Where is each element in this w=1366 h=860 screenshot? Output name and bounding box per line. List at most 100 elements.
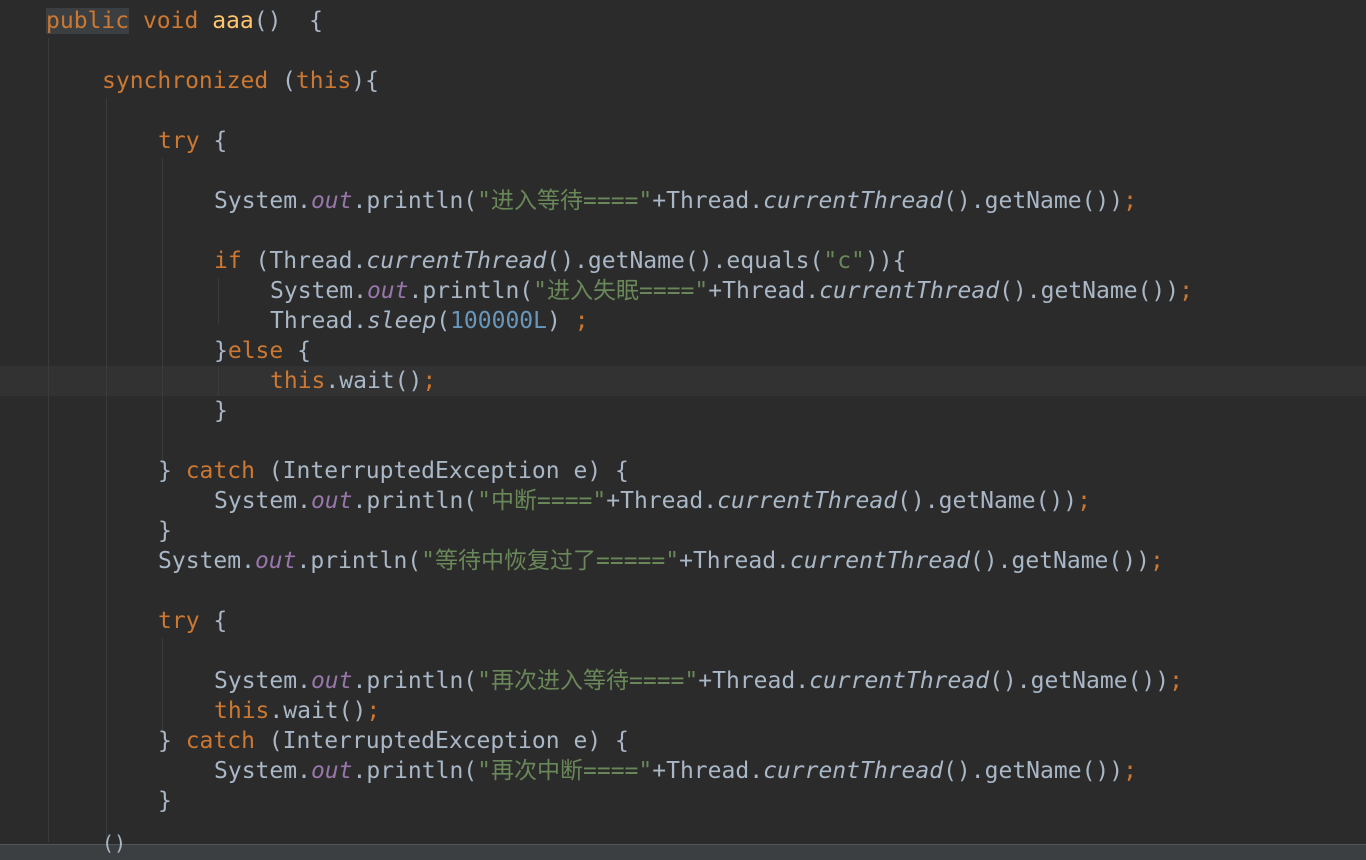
code-line-else[interactable]: }else {: [214, 336, 311, 366]
token-keyword: this: [295, 68, 352, 94]
token-method: getName: [587, 248, 685, 274]
code-editor[interactable]: public void aaa() { synchronized (this){…: [0, 0, 1366, 860]
token-class: Thread: [620, 488, 704, 514]
token-class: Thread: [270, 308, 354, 334]
token-punct: () {: [253, 8, 323, 34]
token-static-method: sleep: [366, 308, 437, 334]
token-field: out: [310, 758, 353, 784]
token-keyword: try: [158, 608, 200, 634]
code-line-try[interactable]: try {: [158, 606, 227, 636]
code-line-println[interactable]: System.out.println("中断===="+Thread.curre…: [214, 486, 1091, 516]
token-class: System: [214, 758, 298, 784]
token-keyword: void: [142, 8, 199, 34]
token-number: 100000L: [450, 308, 547, 334]
code-line-catch[interactable]: } catch (InterruptedException e) {: [158, 726, 629, 756]
code-line-sleep[interactable]: Thread.sleep(100000L) ;: [270, 306, 589, 336]
code-line-try[interactable]: try {: [158, 126, 227, 156]
token-string: "再次中断====": [477, 758, 653, 784]
token-field: out: [366, 278, 409, 304]
token-class: Thread: [666, 188, 750, 214]
token-class: Thread: [692, 548, 777, 574]
token-variable: e: [573, 728, 588, 754]
code-line-catch[interactable]: } catch (InterruptedException e) {: [158, 456, 629, 486]
code-line-wait[interactable]: this.wait();: [270, 366, 436, 396]
code-line-println[interactable]: System.out.println("再次进入等待===="+Thread.c…: [214, 666, 1183, 696]
editor-footer-bar: (): [0, 831, 1366, 860]
token-variable: e: [573, 458, 588, 484]
code-line-brace[interactable]: }: [214, 396, 228, 426]
token-string: "中断====": [477, 488, 607, 514]
token-keyword: if: [214, 248, 242, 274]
token-class: Thread: [666, 758, 750, 784]
token-field: out: [310, 188, 353, 214]
token-string: "c": [823, 248, 865, 274]
token-keyword: catch: [185, 458, 255, 484]
token-method: println: [366, 488, 464, 514]
token-string: "再次进入等待====": [477, 668, 699, 694]
token-method: getName: [1040, 278, 1138, 304]
code-line-method-decl[interactable]: public void aaa() {: [46, 6, 323, 36]
token-method: getName: [938, 488, 1036, 514]
code-line-println[interactable]: System.out.println("再次中断===="+Thread.cur…: [214, 756, 1137, 786]
token-field: out: [254, 548, 297, 574]
footer-text: (): [102, 831, 127, 855]
token-method: println: [310, 548, 408, 574]
indent-guide: [162, 158, 163, 464]
token-method: wait: [283, 698, 339, 724]
token-keyword: else: [227, 338, 284, 364]
token-method: println: [366, 758, 464, 784]
token-class: InterruptedException: [282, 458, 560, 484]
token-string: "进入失眠====": [533, 278, 709, 304]
token-method-name: aaa: [212, 8, 254, 34]
token-field: out: [310, 488, 353, 514]
code-line-if[interactable]: if (Thread.currentThread().getName().equ…: [214, 246, 906, 276]
token-keyword: try: [158, 128, 200, 154]
token-class: Thread: [722, 278, 806, 304]
code-line-println[interactable]: System.out.println("等待中恢复过了====="+Thread…: [158, 546, 1164, 576]
token-method: getName: [984, 758, 1082, 784]
token-field: out: [310, 668, 353, 694]
token-class: System: [214, 488, 298, 514]
indent-guide: [218, 278, 219, 324]
indent-guide: [162, 638, 163, 734]
token-static-method: currentThread: [763, 758, 944, 784]
code-line-wait[interactable]: this.wait();: [214, 696, 380, 726]
token-method: println: [366, 188, 464, 214]
token-method: wait: [339, 368, 395, 394]
token-class: InterruptedException: [282, 728, 560, 754]
token-class: System: [270, 278, 354, 304]
token-keyword: this: [214, 698, 270, 724]
token-static-method: currentThread: [763, 188, 944, 214]
token-string: "等待中恢复过了=====": [421, 548, 680, 574]
token-static-method: currentThread: [717, 488, 898, 514]
token-static-method: currentThread: [366, 248, 547, 274]
token-method: getName: [984, 188, 1082, 214]
token-string: "进入等待====": [477, 188, 653, 214]
token-class: Thread: [269, 248, 353, 274]
token-static-method: currentThread: [809, 668, 990, 694]
token-keyword: this: [270, 368, 326, 394]
indent-guide: [48, 38, 49, 842]
code-line-brace[interactable]: }: [158, 516, 172, 546]
token-static-method: currentThread: [789, 548, 970, 574]
token-method: equals: [726, 248, 810, 274]
token-keyword: synchronized: [102, 68, 269, 94]
token-keyword: catch: [185, 728, 255, 754]
token-method: println: [422, 278, 520, 304]
token-method: getName: [1030, 668, 1128, 694]
token-class: System: [158, 548, 242, 574]
token-class: System: [214, 668, 298, 694]
token-class: System: [214, 188, 298, 214]
token-class: Thread: [712, 668, 796, 694]
token-static-method: currentThread: [819, 278, 1000, 304]
code-line-println[interactable]: System.out.println("进入失眠===="+Thread.cur…: [270, 276, 1193, 306]
token-method: println: [366, 668, 464, 694]
indent-guide: [218, 366, 219, 396]
token-keyword: public: [46, 8, 130, 34]
code-line-synchronized[interactable]: synchronized (this){: [102, 66, 379, 96]
indent-guide: [106, 98, 107, 842]
token-method: getName: [1011, 548, 1109, 574]
code-line-println[interactable]: System.out.println("进入等待===="+Thread.cur…: [214, 186, 1137, 216]
code-line-brace[interactable]: }: [158, 786, 172, 816]
current-line-highlight: [0, 366, 1366, 396]
